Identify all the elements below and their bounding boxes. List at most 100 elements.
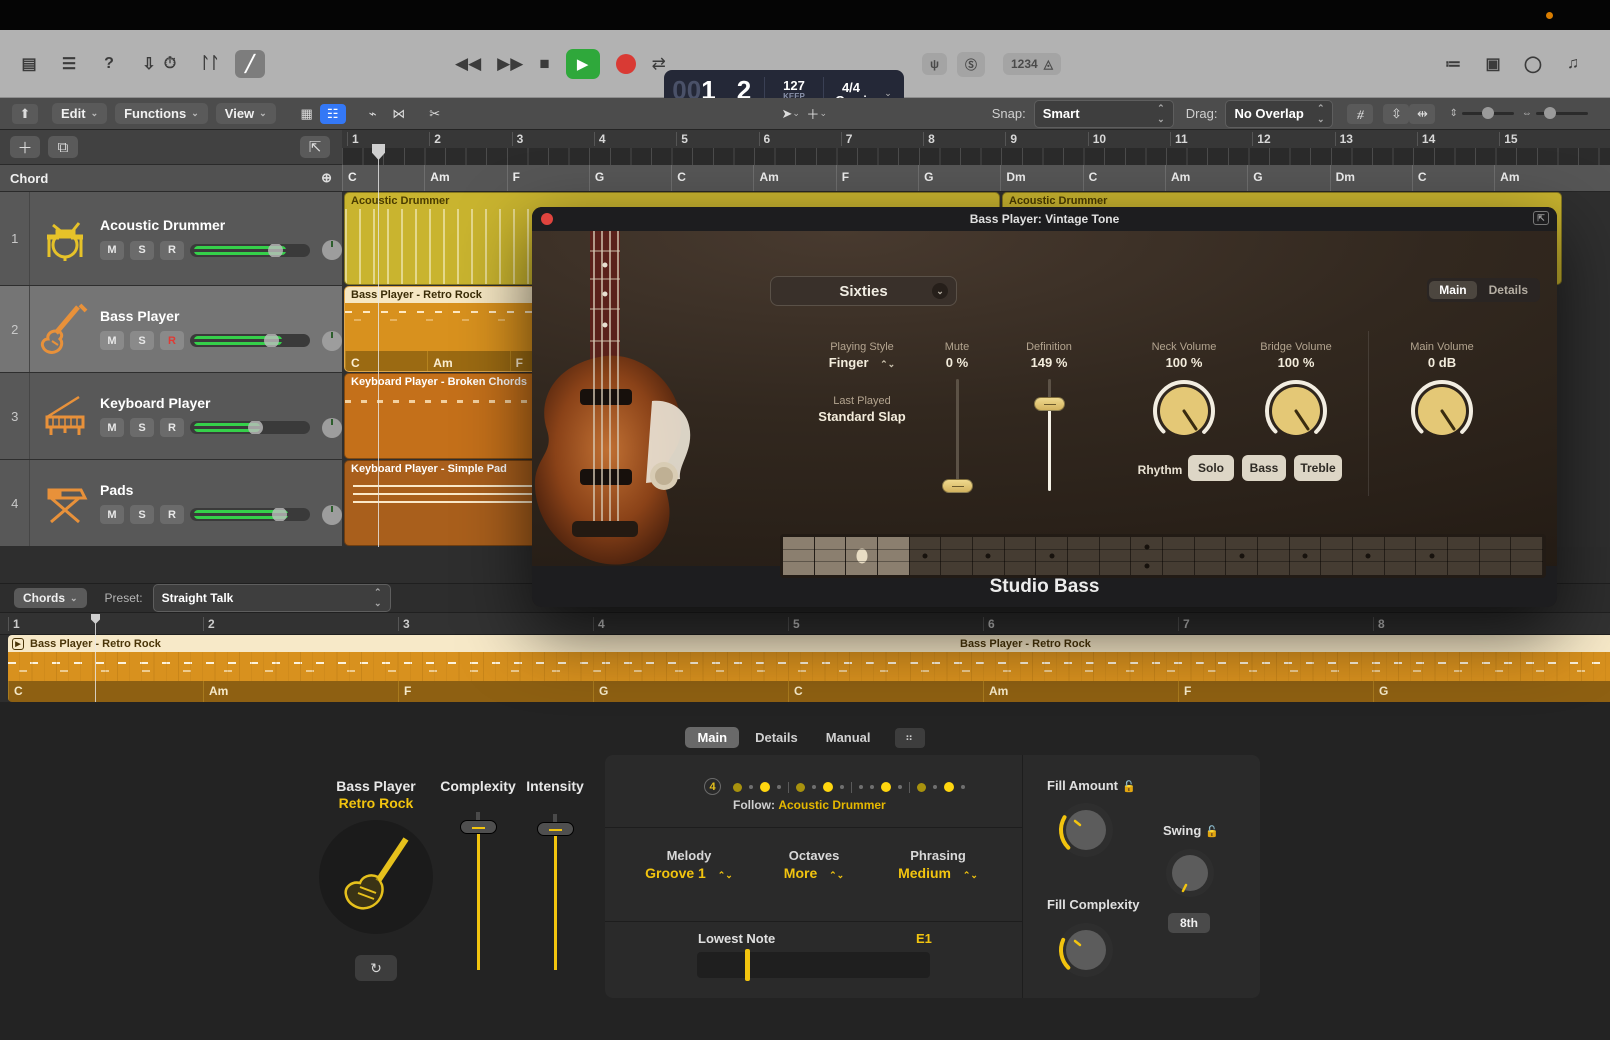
volume-slider[interactable] [190, 421, 310, 434]
editor-note-lane[interactable] [8, 652, 1610, 681]
command-click-tool-menu[interactable]: ＋⌄ [804, 104, 830, 124]
pan-knob[interactable] [322, 240, 342, 260]
beats-per-bar-badge[interactable]: 4 [704, 778, 721, 795]
fill-amount-knob[interactable] [1055, 799, 1117, 861]
count-in-button[interactable]: 1234 ◬ [1003, 53, 1061, 75]
loop-browser-icon[interactable]: ◯ [1518, 50, 1548, 78]
solo-button[interactable]: S [130, 505, 154, 524]
drag-dropdown[interactable]: No Overlap⌃⌄ [1225, 100, 1333, 128]
pattern-dot[interactable] [859, 785, 863, 789]
chord-cell[interactable]: G [1247, 165, 1329, 191]
playing-style-selector[interactable]: Finger ⌃⌄ [829, 355, 895, 370]
mute-button[interactable]: M [100, 331, 124, 350]
editor-preset-dropdown[interactable]: Straight Talk⌃⌄ [153, 584, 391, 612]
record-enable-button[interactable]: R [160, 331, 184, 350]
pattern-dot[interactable] [944, 782, 954, 792]
chords-view-menu[interactable]: Chords⌄ [14, 588, 87, 608]
chord-cell[interactable]: C [342, 165, 424, 191]
mute-button[interactable]: M [100, 241, 124, 260]
region-play-icon[interactable]: ▶ [12, 638, 24, 650]
solo-button[interactable]: S [130, 241, 154, 260]
list-view-icon[interactable]: ☷ [320, 104, 346, 124]
vertical-zoom-slider[interactable]: ⇕ [1449, 108, 1513, 119]
tuning-fork-button[interactable]: ψ [922, 53, 947, 75]
pencil-mode-icon[interactable]: ╱ [235, 50, 265, 78]
rewind-button[interactable]: ◀◀ [455, 54, 481, 74]
treble-tone-button[interactable]: Treble [1294, 455, 1342, 481]
mute-slider[interactable] [956, 379, 959, 491]
melody-setting[interactable]: Melody Groove 1 ⌃⌄ [645, 848, 733, 881]
list-editors-icon[interactable]: ≔ [1438, 50, 1468, 78]
pattern-dot[interactable] [823, 782, 833, 792]
split-tool-icon[interactable]: ✂ [422, 104, 448, 124]
duplicate-track-button[interactable]: ⧉ [48, 136, 78, 158]
chord-cell[interactable]: C [1083, 165, 1165, 191]
forward-button[interactable]: ▶▶ [497, 54, 523, 74]
track-name[interactable]: Pads [100, 482, 342, 498]
grid-view-icon[interactable]: ▦ [294, 104, 320, 124]
record-enable-button[interactable]: R [160, 505, 184, 524]
pattern-dot[interactable] [749, 785, 753, 789]
track-header-bass-player[interactable]: 2 Bass Player M S R [0, 286, 342, 373]
track-header-acoustic-drummer[interactable]: 1 Acoustic Drummer M S R [0, 192, 342, 286]
neck-volume-knob[interactable] [1150, 377, 1218, 445]
track-name[interactable]: Keyboard Player [100, 395, 342, 411]
mute-button[interactable]: M [100, 418, 124, 437]
chord-track[interactable]: CAmFGCAmFGDmCAmGDmCAm [342, 165, 1610, 192]
stop-button[interactable]: ■ [539, 54, 549, 74]
pointer-tool-menu[interactable]: ➤⌄ [778, 104, 804, 124]
track-header-keyboard-player[interactable]: 3 Keyboard Player M S R [0, 373, 342, 460]
catch-playhead-icon[interactable]: ⬆ [12, 104, 38, 124]
pattern-dot[interactable] [898, 785, 902, 789]
plugin-view-switch[interactable]: Main Details [1427, 278, 1540, 302]
chord-cell[interactable]: Am [1165, 165, 1247, 191]
track-name[interactable]: Acoustic Drummer [100, 217, 342, 233]
pattern-dot[interactable] [933, 785, 937, 789]
unlock-icon[interactable]: 🔓 [1205, 826, 1219, 838]
editor-region-bass-retro-rock[interactable]: ▶ Bass Player - Retro Rock Bass Player -… [8, 635, 1610, 702]
plugin-window-bass-player[interactable]: Bass Player: Vintage Tone ⇱ [532, 207, 1557, 607]
pattern-dot[interactable] [881, 782, 891, 792]
solo-mode-button[interactable]: Ⓢ [957, 52, 985, 77]
fretboard-display[interactable] [780, 534, 1546, 578]
record-button[interactable] [616, 54, 636, 74]
plugin-preset-dropdown[interactable]: Sixties ⌄ [770, 276, 957, 306]
solo-button[interactable]: S [130, 418, 154, 437]
edit-menu[interactable]: Edit⌄ [52, 103, 107, 124]
glue-tool-icon[interactable]: ⌁ [360, 104, 386, 124]
tab-manual[interactable]: Manual [814, 727, 883, 748]
snap-dropdown[interactable]: Smart⌃⌄ [1034, 100, 1174, 128]
tab-details[interactable]: Details [743, 727, 810, 748]
smart-controls-icon[interactable]: ᛚᛚ [195, 50, 225, 78]
volume-slider[interactable] [190, 334, 310, 347]
close-window-button[interactable] [541, 213, 553, 225]
track-header-pads[interactable]: 4 Pads M S R [0, 460, 342, 547]
chord-cell[interactable]: C [671, 165, 753, 191]
tab-details[interactable]: Details [1479, 281, 1538, 299]
pattern-dot[interactable] [760, 782, 770, 792]
library-icon[interactable]: ☰ [54, 50, 84, 78]
chord-cell[interactable]: Am [1494, 165, 1576, 191]
chord-cell[interactable]: Am [753, 165, 835, 191]
record-enable-button[interactable]: R [160, 418, 184, 437]
pan-knob[interactable] [322, 505, 342, 525]
horizontal-zoom-slider[interactable]: ⇔ [1522, 108, 1588, 119]
chord-cell[interactable]: Am [424, 165, 506, 191]
phrasing-setting[interactable]: Phrasing Medium ⌃⌄ [898, 848, 978, 881]
solo-tone-button[interactable]: Solo [1188, 455, 1234, 481]
inspector-icon[interactable]: ? [94, 50, 124, 78]
bass-tone-button[interactable]: Bass [1242, 455, 1286, 481]
main-volume-knob[interactable] [1408, 377, 1476, 445]
chord-track-header[interactable]: Chord ⊕ [0, 165, 342, 192]
solo-button[interactable]: S [130, 331, 154, 350]
pan-knob[interactable] [322, 418, 342, 438]
add-track-button[interactable]: ＋ [10, 136, 40, 158]
swing-knob[interactable] [1162, 845, 1218, 901]
follow-setting[interactable]: Follow: Acoustic Drummer [733, 798, 886, 812]
lowest-note-slider[interactable] [697, 952, 930, 978]
pattern-dot[interactable] [733, 783, 742, 792]
bridge-volume-knob[interactable] [1262, 377, 1330, 445]
horizontal-auto-zoom-icon[interactable]: ⇹ [1409, 104, 1435, 124]
chord-cell[interactable]: Dm [1330, 165, 1412, 191]
note-pads-icon[interactable]: ▣ [1478, 50, 1508, 78]
